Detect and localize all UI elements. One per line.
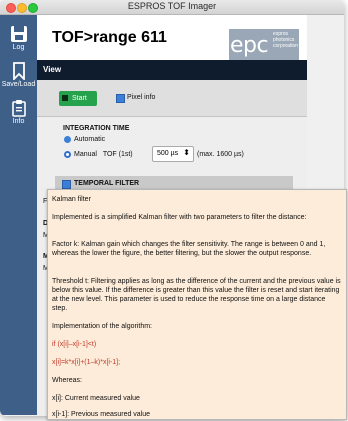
max-integration-label: (max. 1600 µs) xyxy=(197,151,244,158)
start-toolbar: Start Pixel info xyxy=(37,80,307,117)
title-bar: ESPROS TOF Imager xyxy=(0,0,344,15)
clipboard-icon xyxy=(11,100,26,117)
sidebar-item-log[interactable]: Log xyxy=(0,25,37,51)
integration-time-value: 500 µs xyxy=(157,150,179,157)
sidebar-item-info[interactable]: Info xyxy=(0,99,37,125)
tooltip-intro: Implemented is a simplified Kalman filte… xyxy=(52,214,307,221)
window-title: ESPROS TOF Imager xyxy=(127,1,217,11)
logo-subtext: espros photonics corporation xyxy=(273,31,299,49)
save-disk-icon xyxy=(10,26,27,42)
sidebar-item-label: Info xyxy=(12,118,25,125)
sidebar-item-label: Save/Load xyxy=(1,81,36,88)
view-bar: View xyxy=(37,60,307,80)
temporal-filter-checkbox[interactable] xyxy=(62,180,71,189)
tooltip-impl-heading: Implementation of the algorithm: xyxy=(52,323,152,330)
stop-square-icon xyxy=(62,95,68,101)
epc-logo: epc espros photonics corporation xyxy=(229,29,299,60)
bookmark-icon xyxy=(12,62,25,80)
page-title: TOF>range 611 xyxy=(52,29,167,46)
pixel-info-checkbox[interactable] xyxy=(116,94,125,103)
tooltip-code-eq: x[i]=k*x[i]+(1–k)*x[i-1]; xyxy=(52,359,121,366)
kalman-filter-tooltip: Kalman filter Implemented is a simplifie… xyxy=(47,189,347,420)
integration-time-select[interactable]: 500 µs ⬍ xyxy=(152,146,194,162)
pixel-info-label: Pixel info xyxy=(127,94,156,101)
integration-time-title: INTEGRATION TIME xyxy=(63,125,130,132)
tooltip-factor-k: Factor k: Kalman gain which changes the … xyxy=(52,241,326,257)
automatic-radio[interactable] xyxy=(64,136,71,143)
stepper-arrows-icon: ⬍ xyxy=(183,148,190,157)
tooltip-title: Kalman filter xyxy=(52,196,91,203)
sidebar-item-label: Log xyxy=(12,44,25,51)
manual-radio[interactable] xyxy=(64,151,71,158)
tooltip-def-current: x[i]: Current measured value xyxy=(52,395,140,402)
start-button-label: Start xyxy=(72,95,87,102)
manual-label: Manual TOF (1st) xyxy=(74,151,133,158)
tooltip-whereas: Whereas: xyxy=(52,377,82,384)
logo-text: epc xyxy=(230,33,269,58)
sidebar-item-save-load[interactable]: Save/Load xyxy=(0,62,37,88)
temporal-filter-title: TEMPORAL FILTER xyxy=(74,180,140,187)
start-button[interactable]: Start xyxy=(59,91,97,106)
view-label: View xyxy=(43,65,62,74)
automatic-label: Automatic xyxy=(74,136,106,143)
tooltip-code-if: if (x[i]–x[i-1]<t) xyxy=(52,341,97,348)
header: TOF>range 611 epc espros photonics corpo… xyxy=(37,15,307,60)
sidebar: Log Save/Load Info xyxy=(0,15,37,415)
tooltip-threshold: Threshold t: Filtering applies as long a… xyxy=(52,278,341,312)
tooltip-def-previous: x[i-1]: Previous measured value xyxy=(52,411,151,418)
